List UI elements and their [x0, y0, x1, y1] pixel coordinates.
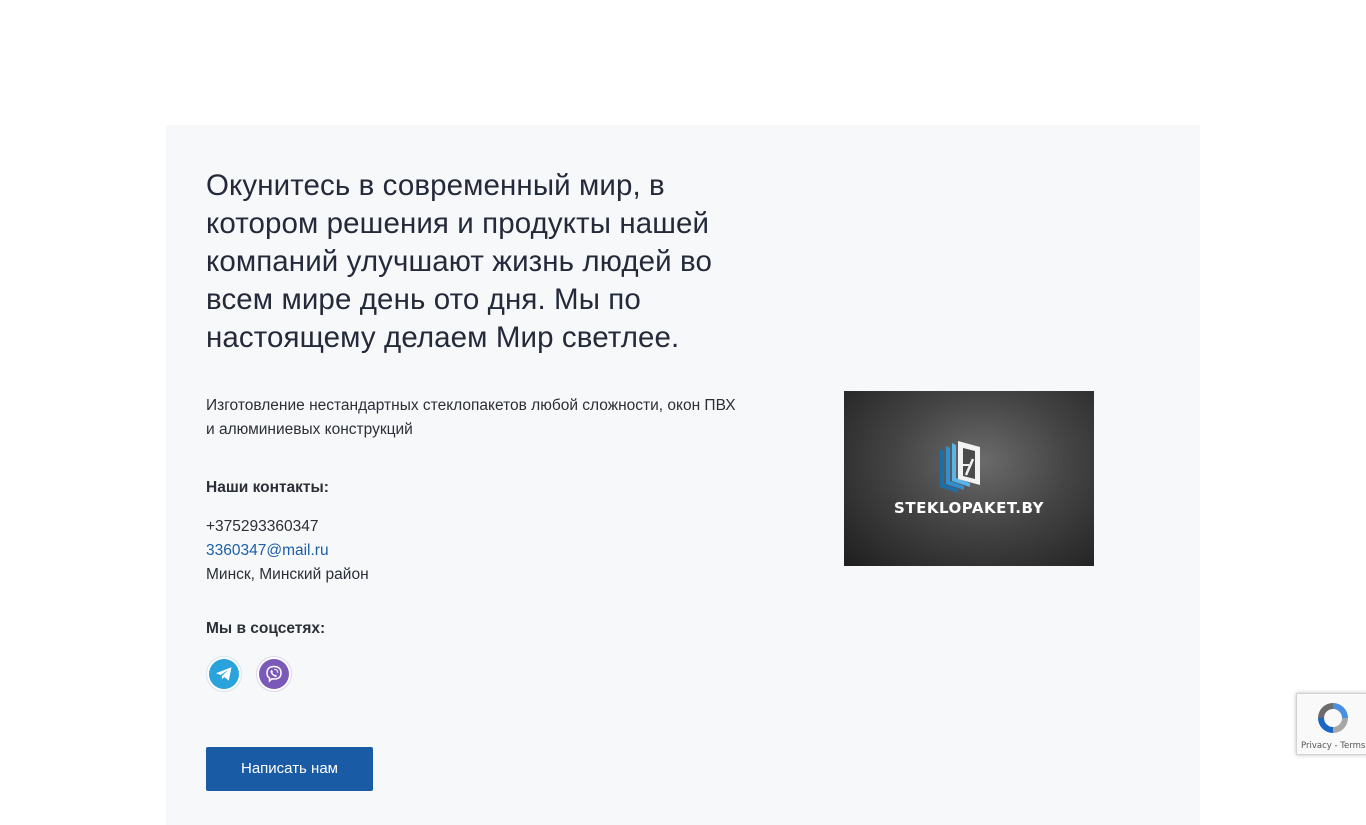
- hero-card: Окунитесь в современный мир, в котором р…: [166, 125, 1200, 825]
- contacts-block: +375293360347 3360347@mail.ru Минск, Мин…: [206, 515, 746, 587]
- telegram-icon: [209, 659, 239, 689]
- contacts-label: Наши контакты:: [206, 479, 329, 496]
- viber-link[interactable]: [256, 656, 292, 692]
- contact-email-link[interactable]: 3360347@mail.ru: [206, 539, 329, 563]
- social-links: [206, 656, 746, 692]
- hero-headline: Окунитесь в современный мир, в котором р…: [206, 169, 712, 354]
- viber-icon: [259, 659, 289, 689]
- recaptcha-icon: [1318, 703, 1348, 733]
- hero-description: Изготовление нестандартных стеклопакетов…: [206, 397, 736, 438]
- write-to-us-button[interactable]: Написать нам: [206, 747, 373, 791]
- hero-content: Окунитесь в современный мир, в котором р…: [206, 167, 746, 692]
- social-label: Мы в соцсетях:: [206, 620, 326, 637]
- telegram-link[interactable]: [206, 656, 242, 692]
- contact-phone[interactable]: +375293360347: [206, 515, 746, 539]
- logo-brand-text: STEKLOPAKET.BY: [894, 499, 1044, 517]
- contact-address: Минск, Минский район: [206, 566, 369, 583]
- recaptcha-terms[interactable]: Privacy - Terms: [1301, 741, 1365, 751]
- company-logo: STEKLOPAKET.BY: [844, 391, 1094, 566]
- logo-mark-icon: [940, 441, 980, 493]
- recaptcha-badge[interactable]: Privacy - Terms: [1296, 693, 1366, 755]
